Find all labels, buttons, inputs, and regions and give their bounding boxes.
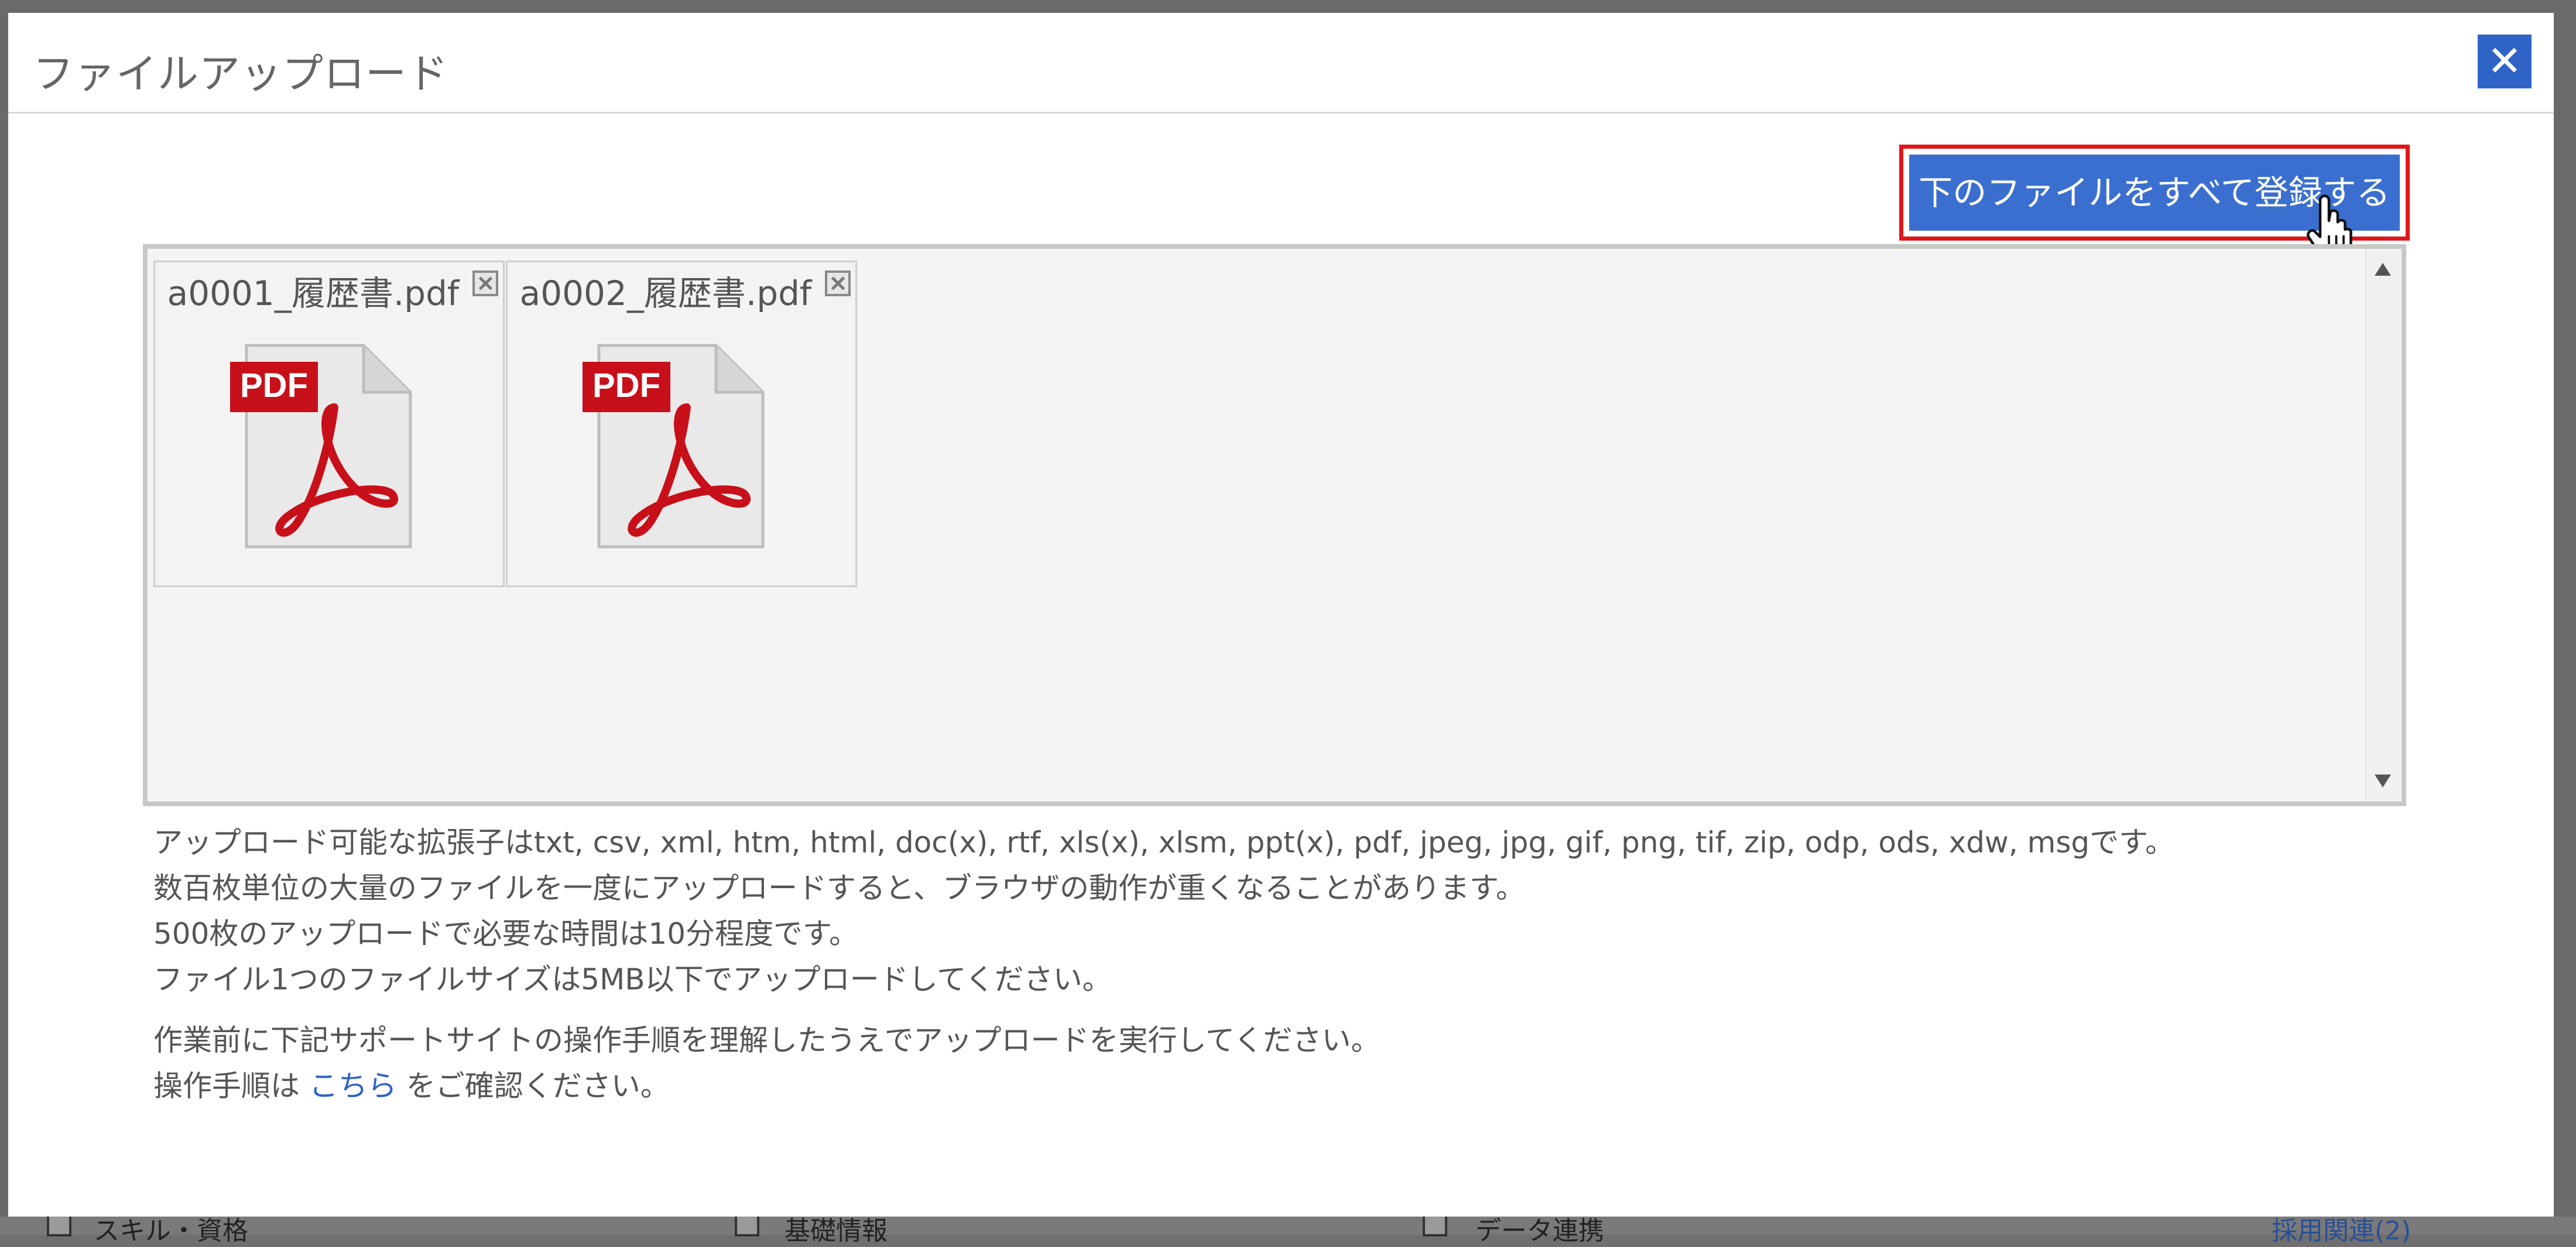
note-line: アップロード可能な拡張子はtxt, csv, xml, htm, html, d… — [153, 825, 2175, 859]
close-button[interactable]: ✕ — [2478, 35, 2532, 88]
dialog-header: ファイルアップロード ✕ — [8, 13, 2554, 114]
file-drop-area[interactable]: a0001_履歴書.pdf PDF a0002_履歴書.pdf PDF — [143, 244, 2406, 806]
file-name: a0001_履歴書.pdf — [167, 273, 460, 313]
note-line: ファイル1つのファイルサイズは5MB以下でアップロードしてください。 — [153, 962, 1112, 996]
scroll-down-arrow-icon[interactable] — [2375, 775, 2391, 787]
procedure-link[interactable]: こちら — [309, 1069, 397, 1103]
note-line: 500枚のアップロードで必要な時間は10分程度です。 — [153, 917, 859, 951]
file-tile[interactable]: a0001_履歴書.pdf PDF — [153, 261, 505, 587]
file-area-scrollbar[interactable] — [2365, 249, 2402, 801]
close-icon: ✕ — [2486, 36, 2523, 85]
pdf-badge-text: PDF — [592, 366, 660, 405]
file-tile[interactable]: a0002_履歴書.pdf PDF — [506, 261, 857, 587]
procedure-suffix: をご確認ください。 — [406, 1069, 670, 1103]
pdf-icon: PDF — [583, 344, 765, 549]
remove-file-icon[interactable] — [825, 270, 851, 296]
dialog-title: ファイルアップロード — [33, 50, 448, 98]
background-footer — [0, 1217, 2576, 1235]
upload-notes: アップロード可能な拡張子はtxt, csv, xml, htm, html, d… — [153, 820, 2174, 1109]
support-note: 作業前に下記サポートサイトの操作手順を理解したうえでアップロードを実行してくださ… — [153, 1023, 1381, 1057]
remove-file-icon[interactable] — [472, 270, 498, 296]
scroll-up-arrow-icon[interactable] — [2375, 263, 2391, 276]
file-upload-dialog: ファイルアップロード ✕ 下のファイルをすべて登録する a0001_履歴書.pd… — [8, 13, 2554, 1217]
file-name: a0002_履歴書.pdf — [519, 273, 812, 313]
procedure-prefix: 操作手順は — [153, 1069, 300, 1103]
note-line: 数百枚単位の大量のファイルを一度にアップロードすると、ブラウザの動作が重くなるこ… — [153, 871, 1525, 905]
pdf-icon: PDF — [230, 344, 412, 549]
procedure-note: 操作手順は こちら をご確認ください。 — [153, 1063, 2174, 1109]
pdf-badge-text: PDF — [240, 366, 308, 405]
